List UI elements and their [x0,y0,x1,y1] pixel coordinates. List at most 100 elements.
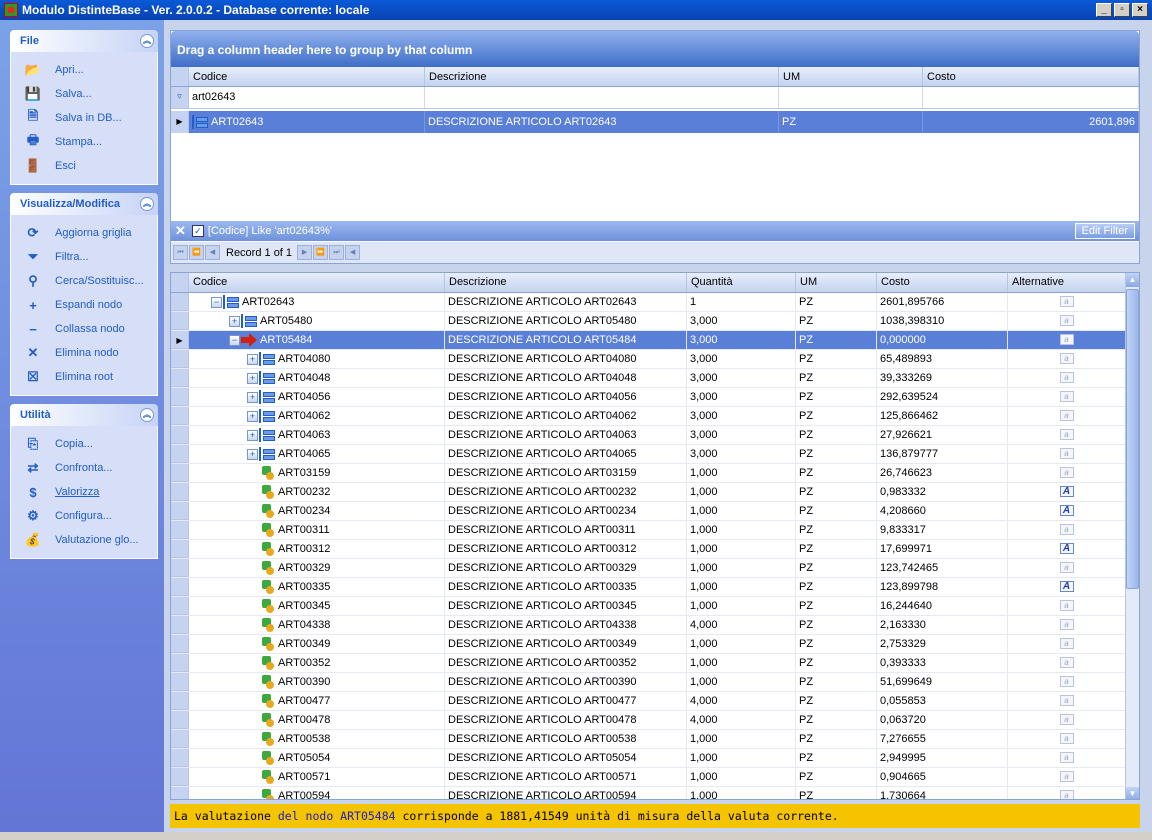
alternative-inactive-icon[interactable]: a [1059,372,1074,383]
cell-costo[interactable]: 9,833317 [877,521,1008,539]
cell-alternative[interactable]: a [1008,350,1126,368]
cell-quantita[interactable]: 1,000 [687,730,796,748]
cell-quantita[interactable]: 1,000 [687,635,796,653]
cell-descrizione[interactable]: DESCRIZIONE ARTICOLO ART00329 [445,559,687,577]
cell-um[interactable]: PZ [796,711,877,729]
cell-quantita[interactable]: 1,000 [687,502,796,520]
table-row[interactable]: − ART02643 DESCRIZIONE ARTICOLO ART02643 1 P… [171,293,1139,312]
row-indicator[interactable] [171,635,189,653]
cell-quantita[interactable]: 1,000 [687,540,796,558]
cell-alternative[interactable]: a [1008,331,1126,349]
cell-descrizione[interactable]: DESCRIZIONE ARTICOLO ART00478 [445,711,687,729]
cell-codice[interactable]: − ART05484 [189,331,445,349]
cell-codice[interactable]: + ART04065 [189,445,445,463]
table-row[interactable]: ART05054 DESCRIZIONE ARTICOLO ART05054 1,0… [171,749,1139,768]
alternative-inactive-icon[interactable]: a [1059,524,1074,535]
cell-um[interactable]: PZ [796,768,877,786]
cell-descrizione[interactable]: DESCRIZIONE ARTICOLO ART05480 [445,312,687,330]
task-item[interactable]: 🖶 Stampa... [25,130,157,154]
task-item[interactable]: ✕ Elimina nodo [25,341,157,365]
alternative-active-icon[interactable]: A [1059,581,1074,592]
table-row[interactable]: ART04338 DESCRIZIONE ARTICOLO ART04338 4,0… [171,616,1139,635]
filter-enabled-checkbox[interactable]: ✓ [191,225,204,237]
cell-quantita[interactable]: 3,000 [687,369,796,387]
filter-input-costo[interactable] [923,87,1139,108]
cell-costo[interactable]: 0,983332 [877,483,1008,501]
cell-codice[interactable]: ART00538 [189,730,445,748]
table-row[interactable]: + ART04062 DESCRIZIONE ARTICOLO ART04062 3,… [171,407,1139,426]
row-indicator[interactable] [171,350,189,368]
row-indicator[interactable] [171,369,189,387]
cell-quantita[interactable]: 1,000 [687,521,796,539]
column-header-codice[interactable]: Codice [189,273,445,292]
cell-quantita[interactable]: 1,000 [687,768,796,786]
collapse-chevron-icon[interactable]: ︽ [140,197,154,211]
alternative-inactive-icon[interactable]: a [1059,676,1074,687]
table-row[interactable]: ART00312 DESCRIZIONE ARTICOLO ART00312 1,0… [171,540,1139,559]
cell-costo[interactable]: 51,699649 [877,673,1008,691]
cell-alternative[interactable]: a [1008,635,1126,653]
cell-alternative[interactable]: a [1008,388,1126,406]
cell-um[interactable]: PZ [796,312,877,330]
cell-alternative[interactable]: a [1008,749,1126,767]
scroll-up-icon[interactable]: ▲ [1126,273,1139,287]
task-item[interactable]: ⏷ Filtra... [25,245,157,269]
task-item[interactable]: ⟳ Aggiorna griglia [25,221,157,245]
alternative-inactive-icon[interactable]: a [1059,790,1074,799]
row-indicator[interactable] [171,787,189,799]
cell-codice[interactable]: ART00335 [189,578,445,596]
task-item[interactable]: 📂 Apri... [25,58,157,82]
cell-um[interactable]: PZ [796,350,877,368]
expand-node-icon[interactable]: + [247,372,258,384]
cell-quantita[interactable]: 3,000 [687,445,796,463]
table-row[interactable]: ART00571 DESCRIZIONE ARTICOLO ART00571 1,0… [171,768,1139,787]
alternative-inactive-icon[interactable]: a [1059,315,1074,326]
cell-descrizione[interactable]: DESCRIZIONE ARTICOLO ART05484 [445,331,687,349]
row-indicator[interactable] [171,407,189,425]
cell-codice[interactable]: ART00390 [189,673,445,691]
alternative-inactive-icon[interactable]: a [1059,771,1074,782]
row-indicator[interactable] [171,445,189,463]
row-indicator[interactable]: ▶ [171,331,189,349]
cell-quantita[interactable]: 1,000 [687,578,796,596]
cell-codice[interactable]: + ART04048 [189,369,445,387]
cell-codice[interactable]: + ART04056 [189,388,445,406]
scroll-left-icon[interactable]: ◀ [345,245,361,260]
cell-codice[interactable]: ART00232 [189,483,445,501]
alternative-inactive-icon[interactable]: a [1059,353,1074,364]
task-item[interactable]: ⚙ Configura... [25,504,157,528]
table-row[interactable]: + ART05480 DESCRIZIONE ARTICOLO ART05480 3,… [171,312,1139,331]
cell-costo[interactable]: 65,489893 [877,350,1008,368]
row-indicator[interactable] [171,654,189,672]
cell-costo[interactable]: 16,244640 [877,597,1008,615]
row-indicator[interactable] [171,426,189,444]
row-indicator[interactable] [171,597,189,615]
cell-descrizione[interactable]: DESCRIZIONE ARTICOLO ART05054 [445,749,687,767]
cell-descrizione[interactable]: DESCRIZIONE ARTICOLO ART00352 [445,654,687,672]
cell-codice[interactable]: ART00477 [189,692,445,710]
cell-codice[interactable]: ART04338 [189,616,445,634]
cell-um[interactable]: PZ [796,388,877,406]
cell-costo[interactable]: 123,742465 [877,559,1008,577]
cell-quantita[interactable]: 1,000 [687,787,796,799]
table-row[interactable]: ART00349 DESCRIZIONE ARTICOLO ART00349 1,0… [171,635,1139,654]
alternative-inactive-icon[interactable]: a [1059,448,1074,459]
cell-um[interactable]: PZ [796,369,877,387]
cell-codice[interactable]: ART00312 [189,540,445,558]
first-record-icon[interactable]: ⏮ [173,245,188,260]
cell-alternative[interactable]: a [1008,597,1126,615]
cell-quantita[interactable]: 1,000 [687,749,796,767]
cell-um[interactable]: PZ [796,559,877,577]
expand-node-icon[interactable]: + [247,410,258,422]
alternative-inactive-icon[interactable]: a [1059,657,1074,668]
cell-descrizione[interactable]: DESCRIZIONE ARTICOLO ART00390 [445,673,687,691]
cell-alternative[interactable]: a [1008,768,1126,786]
cell-um[interactable]: PZ [796,502,877,520]
column-header-um[interactable]: UM [796,273,877,292]
cell-alternative[interactable]: a [1008,559,1126,577]
cell-alternative[interactable]: a [1008,445,1126,463]
row-indicator[interactable] [171,616,189,634]
task-item[interactable]: ☒ Elimina root [25,365,157,389]
row-indicator[interactable] [171,293,189,311]
table-row[interactable]: ART00390 DESCRIZIONE ARTICOLO ART00390 1,0… [171,673,1139,692]
